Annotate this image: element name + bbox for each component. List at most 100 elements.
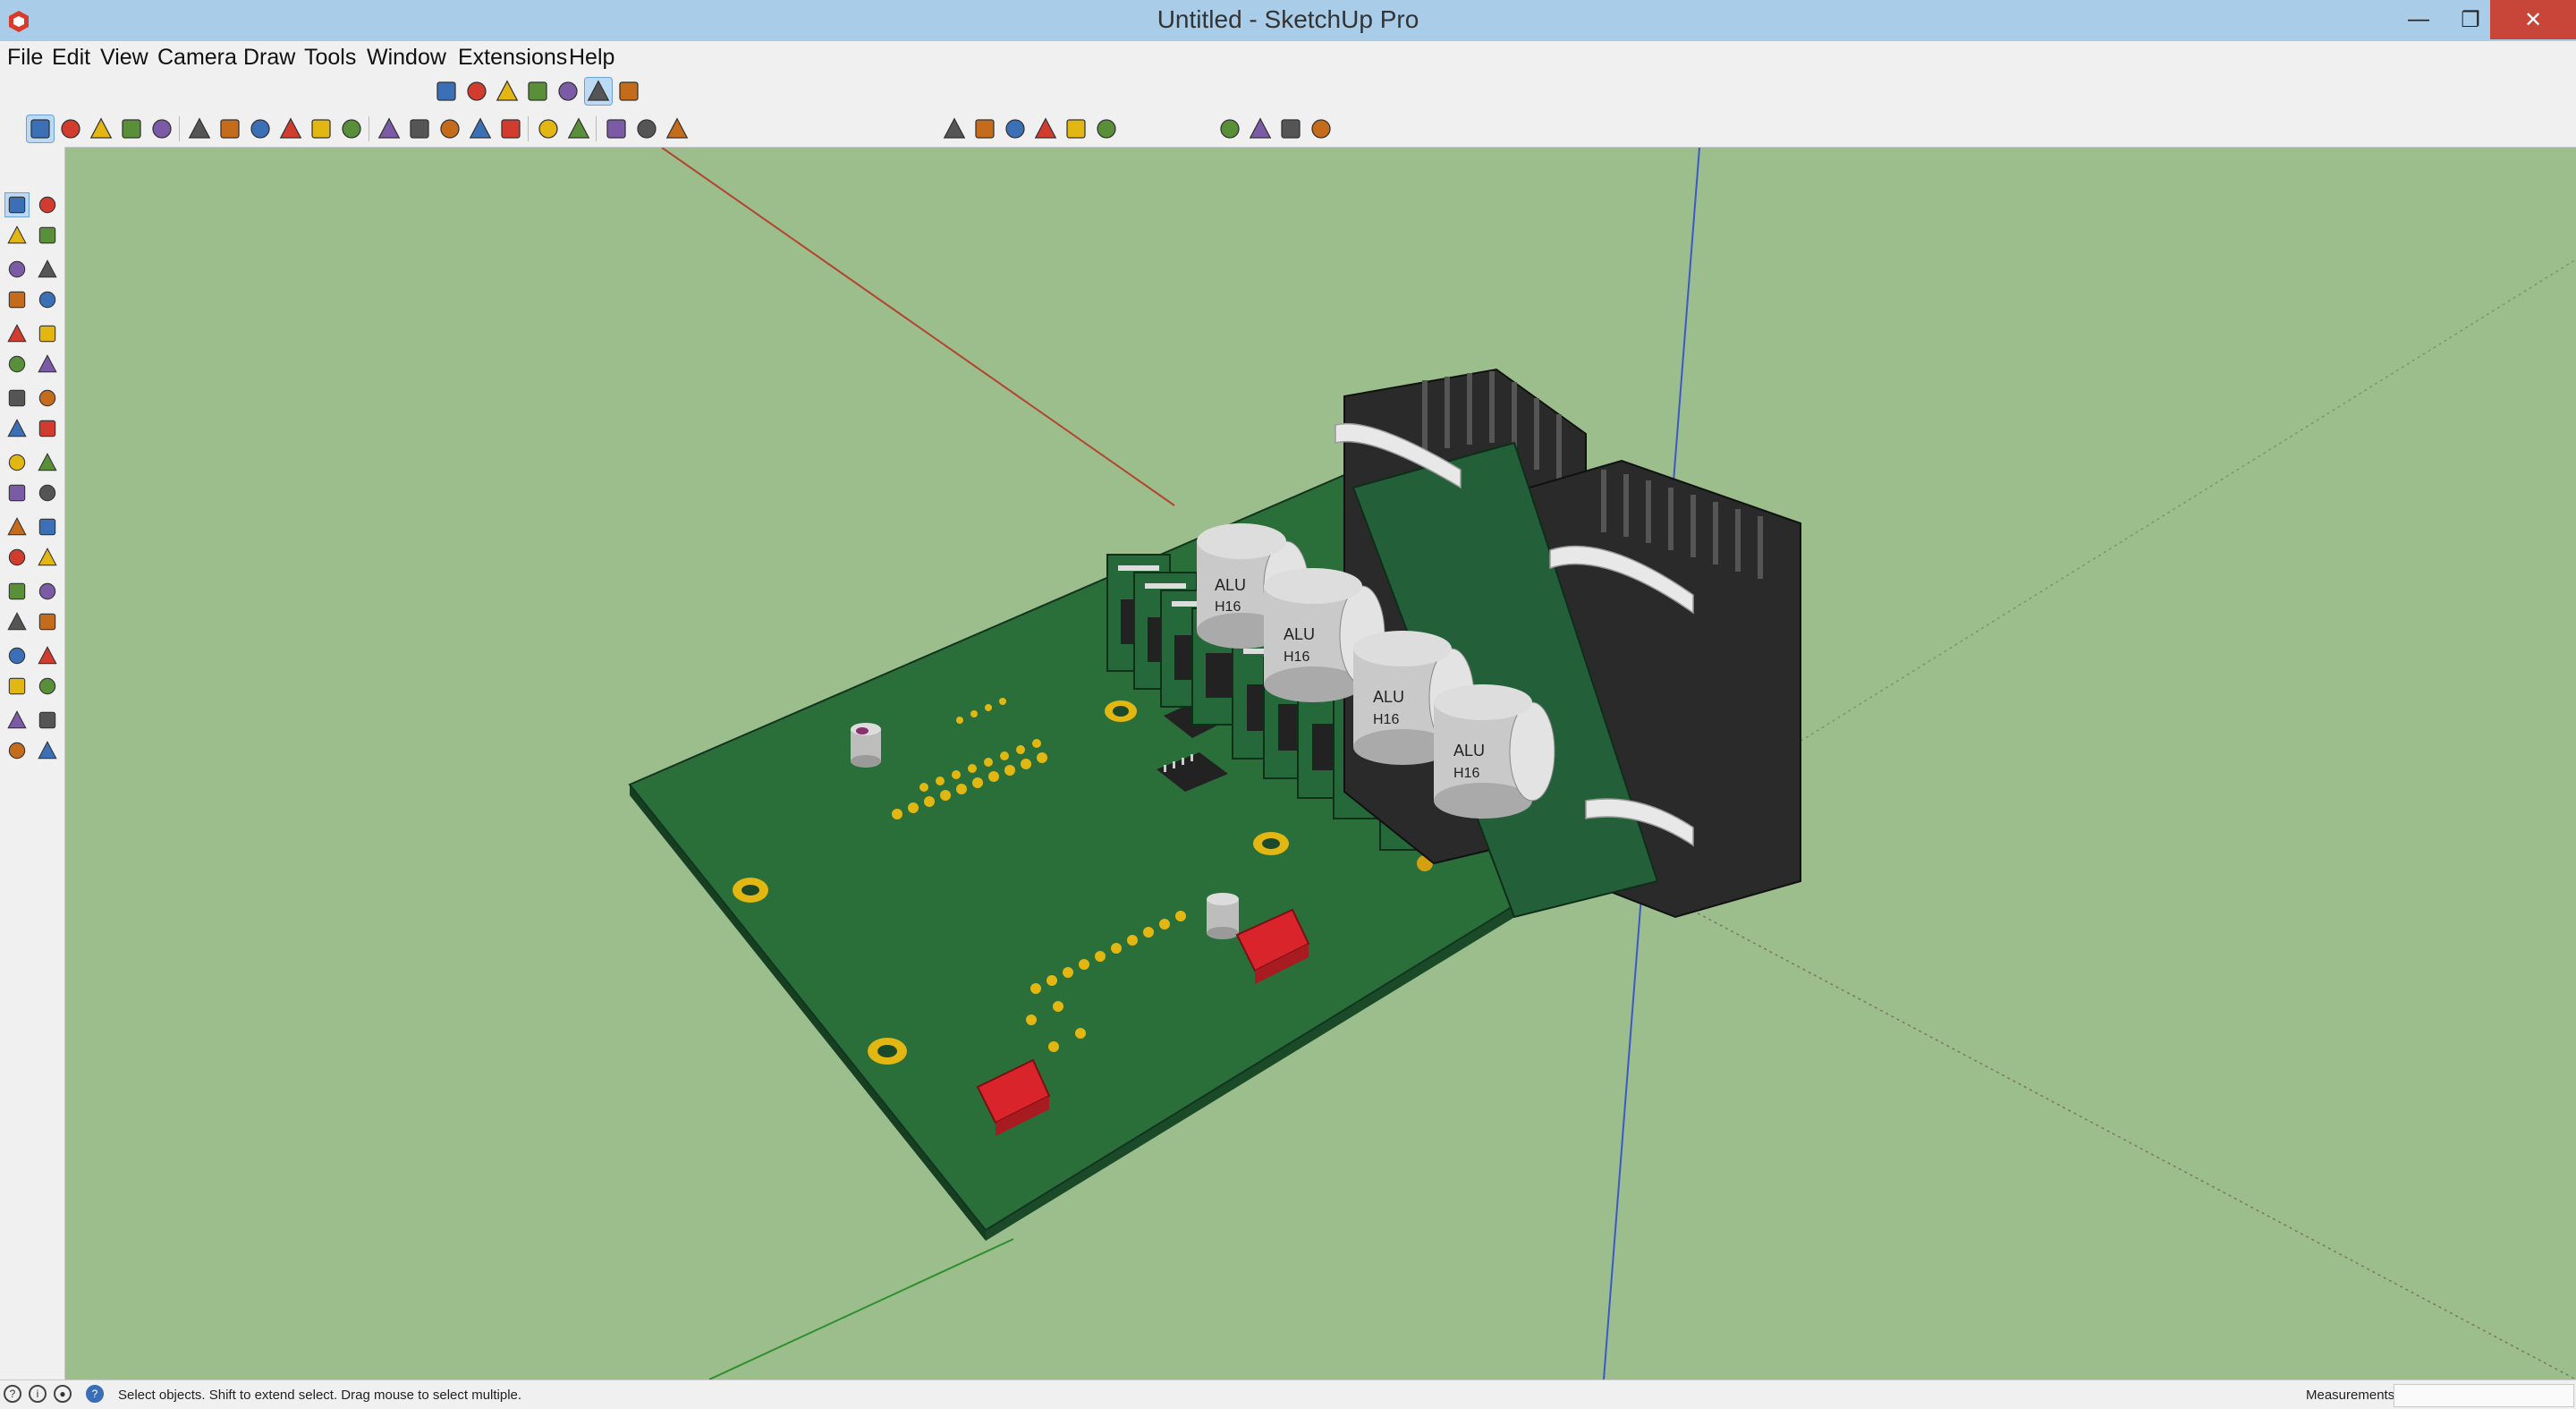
arc-icon[interactable] bbox=[118, 115, 145, 142]
restore-icon[interactable]: ❐ bbox=[2445, 0, 2496, 39]
scale-icon[interactable] bbox=[5, 481, 29, 505]
pan-icon[interactable] bbox=[467, 115, 494, 142]
position-camera-icon[interactable] bbox=[5, 709, 29, 732]
styles-toolbar bbox=[0, 73, 2576, 111]
zoom-window-icon[interactable] bbox=[36, 644, 59, 667]
pie-icon[interactable] bbox=[36, 386, 59, 410]
extension-warehouse-icon[interactable] bbox=[603, 115, 630, 142]
title-bar: Untitled - SketchUp Pro — ❐ ✕ bbox=[0, 0, 2576, 41]
scale-icon[interactable] bbox=[308, 115, 335, 142]
eraser-icon[interactable] bbox=[36, 224, 59, 247]
close-icon[interactable]: ✕ bbox=[2490, 0, 2576, 39]
polygon-icon[interactable] bbox=[36, 322, 59, 345]
pan-icon[interactable] bbox=[36, 610, 59, 633]
menu-help[interactable]: Help bbox=[569, 45, 614, 71]
section-plane-icon[interactable] bbox=[1216, 115, 1243, 142]
rectangle-icon[interactable] bbox=[5, 288, 29, 311]
text-icon[interactable] bbox=[36, 546, 59, 569]
zoom-extents-icon[interactable] bbox=[535, 115, 562, 142]
tape-measure-icon[interactable] bbox=[5, 515, 29, 539]
menu-tools[interactable]: Tools bbox=[304, 45, 356, 71]
measurements-input[interactable] bbox=[2394, 1384, 2574, 1407]
back-view-icon[interactable] bbox=[1063, 115, 1089, 142]
minimize-icon[interactable]: — bbox=[2394, 0, 2444, 39]
capacitor-marking-top: ALU bbox=[1373, 688, 1404, 706]
orbit-icon[interactable] bbox=[5, 610, 29, 633]
circle-icon[interactable] bbox=[148, 115, 175, 142]
model-scene: ALU H16 ALU H16 ALU H16 ALU H16 bbox=[628, 148, 2576, 1379]
menu-file[interactable]: File bbox=[7, 45, 43, 71]
warehouse-icon[interactable] bbox=[565, 115, 592, 142]
window-title: Untitled - SketchUp Pro bbox=[1157, 5, 1419, 33]
menu-draw[interactable]: Draw bbox=[243, 45, 295, 71]
capacitor-marking-top: ALU bbox=[1215, 576, 1246, 594]
zoom-icon[interactable] bbox=[497, 115, 524, 142]
menu-extensions[interactable]: Extensions bbox=[458, 45, 567, 71]
rotate-icon[interactable] bbox=[277, 115, 304, 142]
menu-window[interactable]: Window bbox=[367, 45, 446, 71]
make-component-icon[interactable] bbox=[36, 193, 59, 216]
section-display-icon[interactable] bbox=[1247, 115, 1274, 142]
circle-icon[interactable] bbox=[5, 322, 29, 345]
menu-camera[interactable]: Camera bbox=[157, 45, 237, 71]
axes-icon[interactable] bbox=[5, 580, 29, 603]
line-icon[interactable] bbox=[5, 258, 29, 281]
3d-text-icon[interactable] bbox=[36, 580, 59, 603]
hidden-line-style-icon[interactable] bbox=[524, 78, 551, 105]
back-edges-style-icon[interactable] bbox=[463, 78, 490, 105]
shaded-style-icon[interactable] bbox=[555, 78, 581, 105]
paint-bucket-icon[interactable] bbox=[5, 224, 29, 247]
protractor-icon[interactable] bbox=[5, 546, 29, 569]
offset-icon[interactable] bbox=[216, 115, 243, 142]
arc-icon[interactable] bbox=[5, 352, 29, 376]
push-pull-icon[interactable] bbox=[186, 115, 213, 142]
three-point-arc-icon[interactable] bbox=[5, 386, 29, 410]
freehand-icon[interactable] bbox=[36, 258, 59, 281]
rotated-rectangle-icon[interactable] bbox=[36, 288, 59, 311]
select-icon[interactable] bbox=[26, 115, 55, 143]
monochrome-style-icon[interactable] bbox=[615, 78, 642, 105]
orbit-icon[interactable] bbox=[436, 115, 463, 142]
walk-icon[interactable] bbox=[5, 739, 29, 762]
rotate-icon[interactable] bbox=[5, 451, 29, 474]
offset-icon[interactable] bbox=[36, 481, 59, 505]
previous-view-icon[interactable] bbox=[36, 675, 59, 698]
wireframe-style-icon[interactable] bbox=[494, 78, 521, 105]
help-icon[interactable]: ? bbox=[86, 1385, 104, 1403]
zoom-extents-icon[interactable] bbox=[5, 675, 29, 698]
ruby-console-icon[interactable] bbox=[664, 115, 691, 142]
move-icon[interactable] bbox=[5, 417, 29, 440]
layout-icon[interactable] bbox=[633, 115, 660, 142]
dimension-icon[interactable] bbox=[36, 515, 59, 539]
extension-b-icon[interactable] bbox=[1308, 115, 1335, 142]
left-view-icon[interactable] bbox=[1093, 115, 1120, 142]
paint-bucket-icon[interactable] bbox=[406, 115, 433, 142]
xray-style-icon[interactable] bbox=[433, 78, 460, 105]
follow-me-icon[interactable] bbox=[36, 451, 59, 474]
select-icon[interactable] bbox=[4, 192, 30, 217]
tape-measure-icon[interactable] bbox=[338, 115, 365, 142]
toolbar-separator bbox=[596, 116, 597, 141]
text-icon[interactable] bbox=[376, 115, 402, 142]
drawing-viewport[interactable]: ALU H16 ALU H16 ALU H16 ALU H16 bbox=[65, 148, 2576, 1379]
extension-a-icon[interactable] bbox=[1277, 115, 1304, 142]
menu-view[interactable]: View bbox=[100, 45, 148, 71]
front-view-icon[interactable] bbox=[1002, 115, 1029, 142]
eraser-icon[interactable] bbox=[57, 115, 84, 142]
geo-location-icon[interactable]: ? bbox=[4, 1385, 21, 1403]
status-message: Select objects. Shift to extend select. … bbox=[118, 1388, 522, 1403]
move-icon[interactable] bbox=[247, 115, 274, 142]
credits-icon[interactable]: i bbox=[29, 1385, 47, 1403]
section-plane-icon[interactable] bbox=[36, 739, 59, 762]
shaded-with-textures-style-icon[interactable] bbox=[584, 77, 613, 106]
right-view-icon[interactable] bbox=[1032, 115, 1059, 142]
iso-view-icon[interactable] bbox=[941, 115, 968, 142]
menu-edit[interactable]: Edit bbox=[52, 45, 90, 71]
two-point-arc-icon[interactable] bbox=[36, 352, 59, 376]
line-icon[interactable] bbox=[88, 115, 114, 142]
zoom-icon[interactable] bbox=[5, 644, 29, 667]
look-around-icon[interactable] bbox=[36, 709, 59, 732]
push-pull-icon[interactable] bbox=[36, 417, 59, 440]
top-view-icon[interactable] bbox=[971, 115, 998, 142]
user-icon[interactable]: ● bbox=[54, 1385, 72, 1403]
